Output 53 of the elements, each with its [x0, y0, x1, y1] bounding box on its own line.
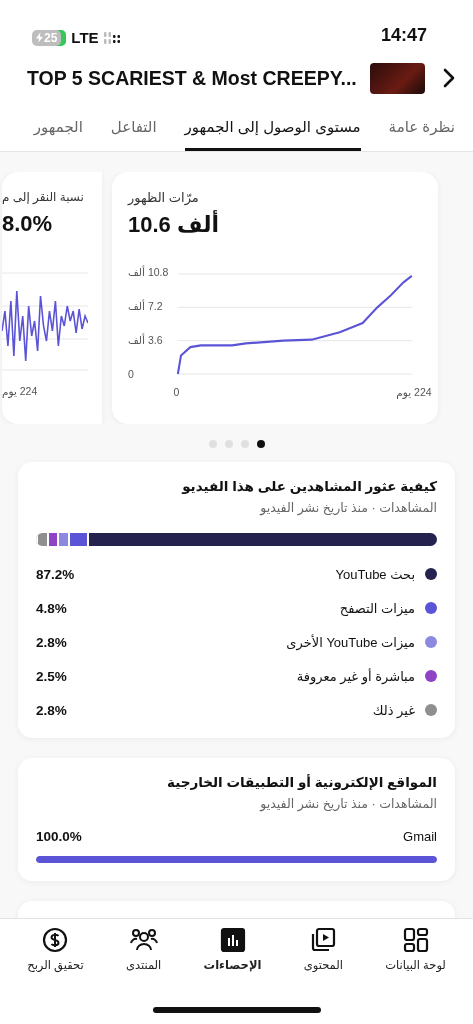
- y-axis-label: 7.2 ألف: [128, 300, 164, 312]
- analytics-icon: [219, 927, 246, 953]
- card-subtitle: المشاهدات · منذ تاريخ نشر الفيديو: [258, 796, 437, 811]
- source-label: ميزات YouTube الأخرى: [285, 634, 415, 650]
- y-axis-label: 10.8 ألف: [128, 266, 169, 278]
- page-dot[interactable]: [256, 440, 265, 448]
- source-percentage: 4.8%: [36, 600, 67, 616]
- page-dot[interactable]: [224, 440, 233, 448]
- nav-item[interactable]: الإحصاءات: [199, 927, 266, 983]
- nav-item[interactable]: تحقيق الربح: [23, 927, 88, 983]
- source-label: Gmail: [403, 829, 437, 844]
- video-title: TOP 5 SCARIEST & Most CREEPY...: [27, 66, 358, 90]
- page-dot[interactable]: [240, 440, 249, 448]
- tab[interactable]: مستوى الوصول إلى الجمهور: [184, 110, 361, 151]
- nav-item[interactable]: المنتدى: [121, 927, 166, 983]
- people-icon: [129, 927, 158, 953]
- status-time: 14:47: [380, 25, 427, 46]
- dashboard-icon: [402, 927, 429, 953]
- source-label: غير ذلك: [371, 702, 415, 718]
- metric-title: نسبة النقر إلى م: [2, 190, 84, 204]
- video-library-icon: [310, 927, 337, 953]
- page-dot[interactable]: [208, 440, 217, 448]
- source-label: ميزات التصفح: [338, 600, 415, 616]
- x-axis-label: 0: [173, 386, 180, 398]
- source-percentage: 2.8%: [36, 634, 67, 650]
- tab[interactable]: نظرة عامة: [388, 110, 455, 151]
- metric-value: 8.0%: [2, 211, 53, 237]
- battery-level: 25: [44, 30, 58, 45]
- y-axis-label: 3.6 ألف: [128, 334, 164, 346]
- source-label: مباشرة أو غير معروفة: [295, 668, 415, 684]
- network-type: LTE: [71, 29, 99, 46]
- source-percentage: 2.8%: [36, 702, 67, 718]
- source-label: بحث YouTube: [334, 566, 415, 582]
- card-title: المواقع الإلكترونية أو التطبيقات الخارجية: [166, 774, 437, 790]
- tab[interactable]: التفاعل: [110, 110, 157, 151]
- tab[interactable]: الجمهور: [33, 110, 83, 151]
- charging-bolt-icon: [36, 32, 43, 43]
- source-percentage: 100.0%: [36, 829, 82, 844]
- nav-item[interactable]: لوحة البيانات: [381, 927, 450, 983]
- x-axis-label: 224 يوم: [2, 385, 38, 397]
- metric-value: 10.6 ألف: [128, 212, 219, 238]
- signal-icon: [103, 31, 120, 44]
- video-thumbnail[interactable]: [370, 62, 425, 94]
- source-percentage: 87.2%: [36, 566, 75, 582]
- metric-title: مرّات الظهور: [128, 190, 199, 205]
- y-axis-label: 0: [128, 368, 135, 380]
- card-subtitle: المشاهدات · منذ تاريخ نشر الفيديو: [258, 500, 437, 515]
- dollar-icon: [42, 927, 69, 953]
- x-axis-label: 224 يوم: [396, 386, 432, 398]
- chevron-right-icon[interactable]: [443, 68, 455, 88]
- source-percentage: 2.5%: [36, 668, 67, 684]
- nav-item[interactable]: المحتوى: [299, 927, 347, 983]
- card-title: كيفية عثور المشاهدين على هذا الفيديو: [180, 478, 437, 494]
